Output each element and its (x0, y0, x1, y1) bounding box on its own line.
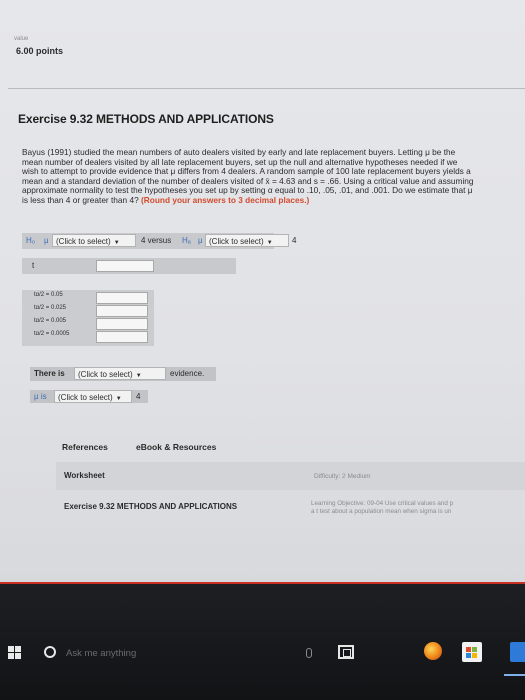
versus-text: 4 versus (141, 236, 172, 245)
mu-comparison-select[interactable]: (Click to select) ▼ (54, 390, 132, 403)
mu-select-text: (Click to select) (58, 393, 113, 402)
worksheet-panel (56, 462, 525, 490)
ha-operator-select[interactable]: (Click to select) ▼ (205, 234, 289, 247)
crit-label-005: tα/2 = 0.005 (34, 318, 66, 324)
h0-mu-symbol: μ (44, 236, 49, 245)
h0-label: H₀ (26, 236, 36, 245)
critical-values-block: tα/2 = 0.05 tα/2 = 0.025 tα/2 = 0.005 tα… (22, 290, 154, 346)
crit-input-05[interactable] (96, 292, 148, 304)
evidence-select-text: (Click to select) (78, 370, 133, 379)
crit-input-025[interactable] (96, 305, 148, 317)
browser-app-icon[interactable] (424, 642, 442, 660)
ha-value: 4 (292, 236, 297, 245)
h0-select-text: (Click to select) (56, 237, 111, 246)
tab-ebook-resources[interactable]: eBook & Resources (136, 442, 216, 452)
crit-label-025: tα/2 = 0.025 (34, 305, 66, 311)
header-divider (8, 88, 525, 89)
worksheet-exercise-ref: Exercise 9.32 METHODS AND APPLICATIONS (64, 502, 238, 511)
learning-objective-line-2: a t test about a population mean when si… (311, 508, 452, 515)
ha-select-text: (Click to select) (209, 237, 264, 246)
chevron-down-icon: ▼ (135, 373, 142, 379)
problem-statement: Bayus (1991) studied the mean numbers of… (22, 147, 474, 206)
learning-objective-line-1: Learning Objective: 09-04 Use critical v… (311, 500, 454, 507)
chevron-down-icon: ▼ (266, 240, 273, 246)
evidence-text: evidence. (170, 369, 205, 378)
crit-input-0005[interactable] (96, 331, 148, 343)
t-statistic-input[interactable] (96, 260, 154, 272)
ha-label: Hₐ (182, 236, 191, 245)
ha-mu-symbol: μ (198, 236, 203, 245)
crit-label-0005: tα/2 = 0.0005 (34, 331, 70, 337)
h0-operator-select[interactable]: (Click to select) ▼ (52, 234, 136, 247)
value-label: value (14, 36, 29, 42)
cortana-icon[interactable] (44, 646, 56, 658)
evidence-row: There is (Click to select) ▼ evidence. (30, 367, 216, 381)
store-app-icon[interactable] (462, 642, 482, 662)
task-view-icon[interactable] (338, 645, 354, 659)
windows-taskbar: Ask me anything (0, 584, 525, 700)
mu-comparison-row: μ is (Click to select) ▼ 4 (30, 390, 148, 403)
crit-input-005[interactable] (96, 318, 148, 330)
rounding-hint: (Round your answers to 3 decimal places.… (141, 194, 310, 205)
active-app-indicator (504, 674, 525, 676)
worksheet-label: Worksheet (64, 471, 105, 480)
assignment-page: value 6.00 points Exercise 9.32 METHODS … (0, 0, 525, 583)
microphone-icon[interactable] (306, 648, 312, 658)
windows-start-icon[interactable] (8, 646, 22, 660)
hypotheses-row: H₀ μ (Click to select) ▼ 4 versus Hₐ μ (C… (22, 233, 296, 249)
difficulty-label: Difficulty: 2 Medium (314, 473, 371, 480)
mu-value: 4 (136, 392, 141, 401)
crit-label-05: tα/2 = 0.05 (34, 292, 63, 298)
pinned-app-icon[interactable] (510, 642, 525, 662)
t-label: t (32, 261, 35, 270)
tab-references[interactable]: References (62, 442, 108, 452)
taskbar-search-input[interactable]: Ask me anything (66, 648, 136, 659)
chevron-down-icon: ▼ (115, 396, 122, 402)
there-is-text: There is (34, 369, 65, 378)
learning-objective: Learning Objective: 09-04 Use critical v… (311, 500, 525, 516)
points-label: 6.00 points (16, 46, 64, 56)
chevron-down-icon: ▼ (113, 240, 120, 246)
evidence-select[interactable]: (Click to select) ▼ (74, 367, 166, 380)
exercise-title: Exercise 9.32 METHODS AND APPLICATIONS (18, 112, 274, 126)
mu-is-text: μ is (34, 392, 47, 401)
t-statistic-row: t (22, 258, 236, 274)
